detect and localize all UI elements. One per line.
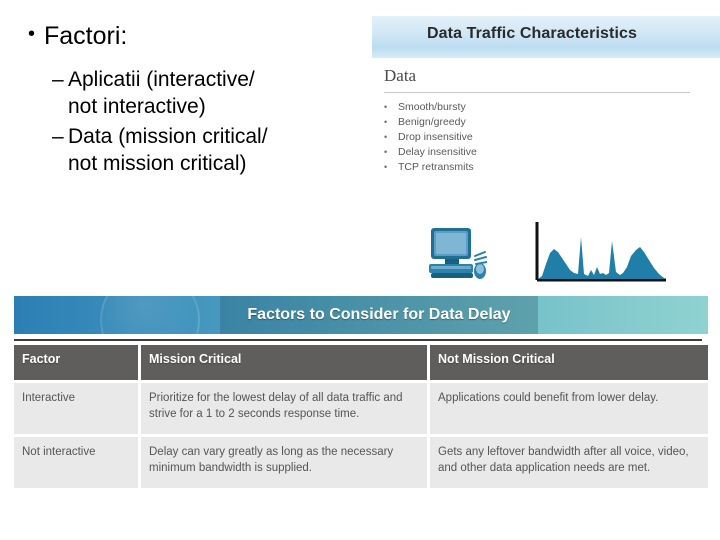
list-item: • TCP retransmits — [384, 160, 704, 175]
column-header-not-mission-critical: Not Mission Critical — [430, 345, 708, 380]
banner-decoration-circle — [100, 296, 200, 334]
list-item: • Delay insensitive — [384, 145, 704, 160]
table-row: Not interactive Delay can vary greatly a… — [14, 437, 708, 488]
list-item-label: Smooth/bursty — [398, 101, 466, 113]
list-item-label: TCP retransmits — [398, 161, 474, 173]
column-header-factor: Factor — [14, 345, 138, 380]
table-top-rule — [14, 339, 702, 341]
table-header-row: Factor Mission Critical Not Mission Crit… — [14, 345, 708, 380]
dash-glyph: – — [52, 68, 64, 91]
cell-factor: Interactive — [14, 383, 138, 434]
list-item: • Drop insensitive — [384, 130, 704, 145]
table-banner-title: Factors to Consider for Data Delay — [247, 306, 511, 323]
panel-divider — [384, 92, 690, 93]
sub-bullet-text: Data (mission critical/ not mission crit… — [68, 124, 268, 175]
data-delay-table-block: Factors to Consider for Data Delay Facto… — [14, 296, 708, 491]
table-row: Interactive Prioritize for the lowest de… — [14, 383, 708, 434]
column-header-mission-critical: Mission Critical — [141, 345, 427, 380]
cell-not-mission-critical: Applications could benefit from lower de… — [430, 383, 708, 434]
dash-glyph: – — [52, 124, 64, 148]
slide-sub-bullets: – Aplicatii (interactive/ not interactiv… — [52, 66, 372, 179]
data-traffic-panel: Data Traffic Characteristics Data • Smoo… — [372, 16, 720, 206]
list-item-label: Drop insensitive — [398, 131, 473, 143]
sub-bullet-item: – Aplicatii (interactive/ not interactiv… — [52, 66, 372, 121]
slide-heading-text: Factori: — [44, 22, 128, 50]
table-banner: Factors to Consider for Data Delay — [14, 296, 708, 334]
list-item: • Benign/greedy — [384, 115, 704, 130]
bullet-glyph: • — [384, 162, 388, 172]
cell-factor: Not interactive — [14, 437, 138, 488]
bullet-glyph: • — [384, 132, 388, 142]
data-characteristics-list: • Smooth/bursty • Benign/greedy • Drop i… — [384, 100, 704, 175]
bursty-traffic-chart — [535, 222, 666, 282]
list-item: • Smooth/bursty — [384, 100, 704, 115]
sub-bullet-text: Aplicatii (interactive/ not interactive) — [68, 68, 255, 119]
data-delay-table: Factor Mission Critical Not Mission Crit… — [11, 342, 711, 491]
desktop-computer-icon — [429, 228, 487, 279]
sub-bullet-item: – Data (mission critical/ not mission cr… — [52, 123, 372, 178]
list-item-label: Benign/greedy — [398, 116, 466, 128]
graphics-row — [420, 218, 710, 292]
bullet-glyph: • — [28, 23, 36, 45]
cell-mission-critical: Delay can vary greatly as long as the ne… — [141, 437, 427, 488]
bullet-glyph: • — [384, 147, 388, 157]
cell-mission-critical: Prioritize for the lowest delay of all d… — [141, 383, 427, 434]
cell-not-mission-critical: Gets any leftover bandwidth after all vo… — [430, 437, 708, 488]
bullet-glyph: • — [384, 117, 388, 127]
bullet-glyph: • — [384, 102, 388, 112]
slide-bullet-area: • Factori: – Aplicatii (interactive/ not… — [0, 0, 380, 230]
panel-title: Data Traffic Characteristics — [426, 25, 637, 42]
panel-section-heading: Data — [384, 66, 417, 85]
slide-heading: • Factori: — [28, 22, 127, 51]
list-item-label: Delay insensitive — [398, 146, 477, 158]
